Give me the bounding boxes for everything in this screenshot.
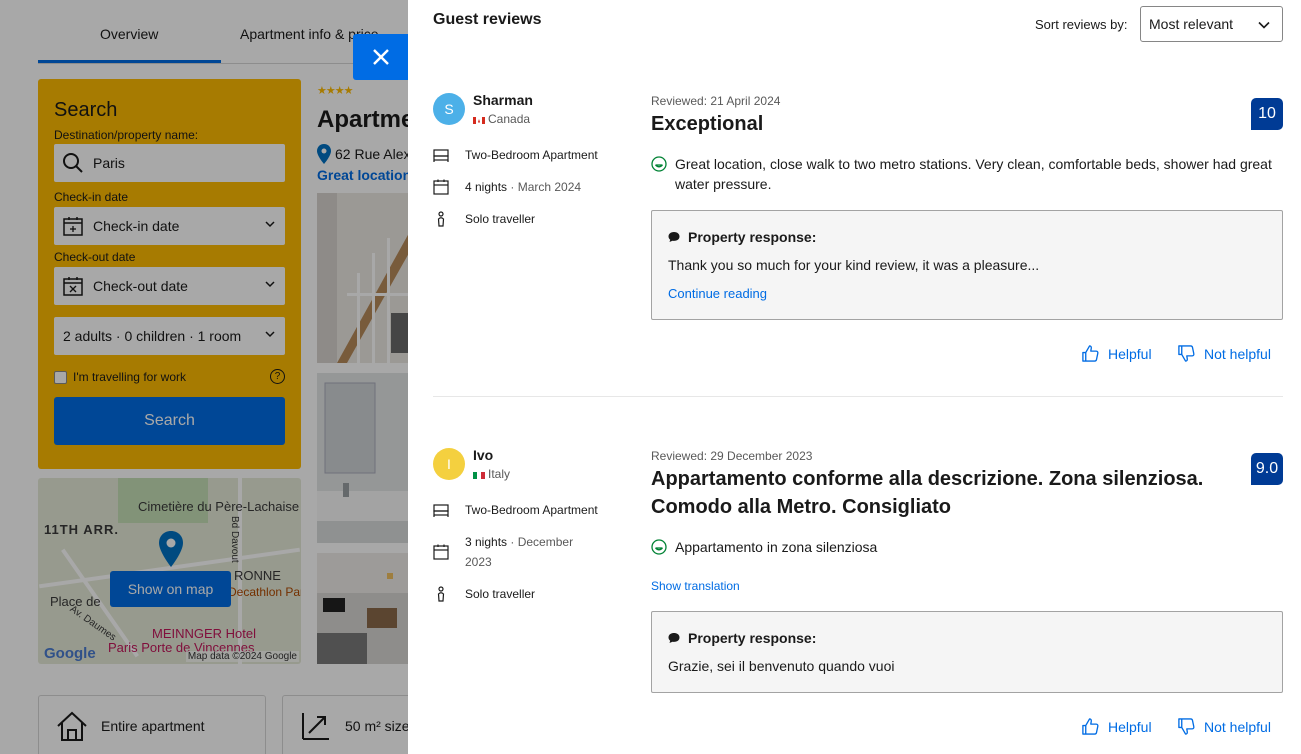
review-score-badge: 10 [1251,98,1283,130]
chevron-down-icon [1258,21,1270,29]
avatar: I [433,448,465,480]
room-type-label: Two-Bedroom Apartment [465,148,598,162]
country-name: Canada [488,112,531,126]
stay-duration: 3 nights · December 2023 [433,532,593,572]
not-helpful-button[interactable]: Not helpful [1177,717,1271,736]
calendar-icon [433,179,449,195]
helpful-label: Helpful [1108,345,1152,362]
positive-text: Great location, close walk to two metro … [675,156,1272,192]
response-label: Property response: [688,229,817,245]
speech-bubble-icon [668,633,680,643]
response-header: Property response: [668,229,816,245]
not-helpful-label: Not helpful [1204,718,1271,735]
thumbs-down-icon [1178,718,1195,735]
avatar: S [433,93,465,125]
response-header: Property response: [668,630,816,646]
country-name: Italy [488,467,511,481]
review-divider [433,396,1283,397]
traveller-label: Solo traveller [465,587,536,601]
response-text: Thank you so much for your kind review, … [668,257,1040,273]
stay-date: · March 2024 [510,180,582,194]
panel-title: Guest reviews [433,11,542,28]
reviewer-country: Italy [473,467,510,481]
thumbs-up-icon [1082,718,1099,735]
sort-value: Most relevant [1149,16,1234,32]
room-type-label: Two-Bedroom Apartment [465,503,598,517]
guest-reviews-panel: Guest reviews Sort reviews by: Most rele… [408,0,1301,754]
reviewer-name: Ivo [473,447,494,463]
room-type: Two-Bedroom Apartment [433,500,633,520]
traveller-type: Solo traveller [433,584,633,604]
smiley-icon [651,539,667,555]
reviewed-date: Reviewed: 29 December 2023 [651,449,813,463]
bed-icon [433,504,449,517]
close-icon [373,49,389,65]
smiley-icon [651,156,667,172]
person-icon [437,586,445,602]
thumbs-up-icon [1082,345,1099,362]
bed-icon [433,149,449,162]
traveller-label: Solo traveller [465,212,536,226]
reviewer-country: Canada [473,112,530,126]
nights-count: 4 nights [465,180,508,194]
reviewed-date: Reviewed: 21 April 2024 [651,94,781,108]
canada-flag-icon [473,115,485,124]
italy-flag-icon [473,470,485,479]
person-icon [437,211,445,227]
helpful-button[interactable]: Helpful [1081,717,1152,736]
review-score-badge: 9.0 [1251,453,1283,485]
room-type: Two-Bedroom Apartment [433,145,633,165]
positive-text: Appartamento in zona silenziosa [675,539,878,555]
not-helpful-button[interactable]: Not helpful [1177,344,1271,363]
show-translation-link[interactable]: Show translation [651,579,740,593]
nights-count: 3 nights [465,535,508,549]
sort-label: Sort reviews by: [1035,17,1128,32]
helpful-label: Helpful [1108,718,1152,735]
continue-reading-link[interactable]: Continue reading [668,286,767,301]
traveller-type: Solo traveller [433,209,633,229]
helpful-button[interactable]: Helpful [1081,344,1152,363]
property-response: Property response: Thank you so much for… [651,210,1283,320]
sort-dropdown[interactable]: Most relevant [1140,6,1283,42]
positive-comment: Great location, close walk to two metro … [651,154,1281,194]
close-panel-button[interactable] [353,34,409,80]
reviewer-name: Sharman [473,92,533,108]
speech-bubble-icon [668,232,680,242]
review-title: Exceptional [651,113,764,135]
review-title: Appartamento conforme alla descrizione. … [651,468,1204,518]
stay-duration: 4 nights · March 2024 [433,177,633,197]
not-helpful-label: Not helpful [1204,345,1271,362]
response-label: Property response: [688,630,817,646]
property-response: Property response: Grazie, sei il benven… [651,611,1283,693]
calendar-icon [433,544,449,560]
positive-comment: Appartamento in zona silenziosa [651,537,1281,557]
response-text: Grazie, sei il benvenuto quando vuoi [668,658,895,674]
thumbs-down-icon [1178,345,1195,362]
